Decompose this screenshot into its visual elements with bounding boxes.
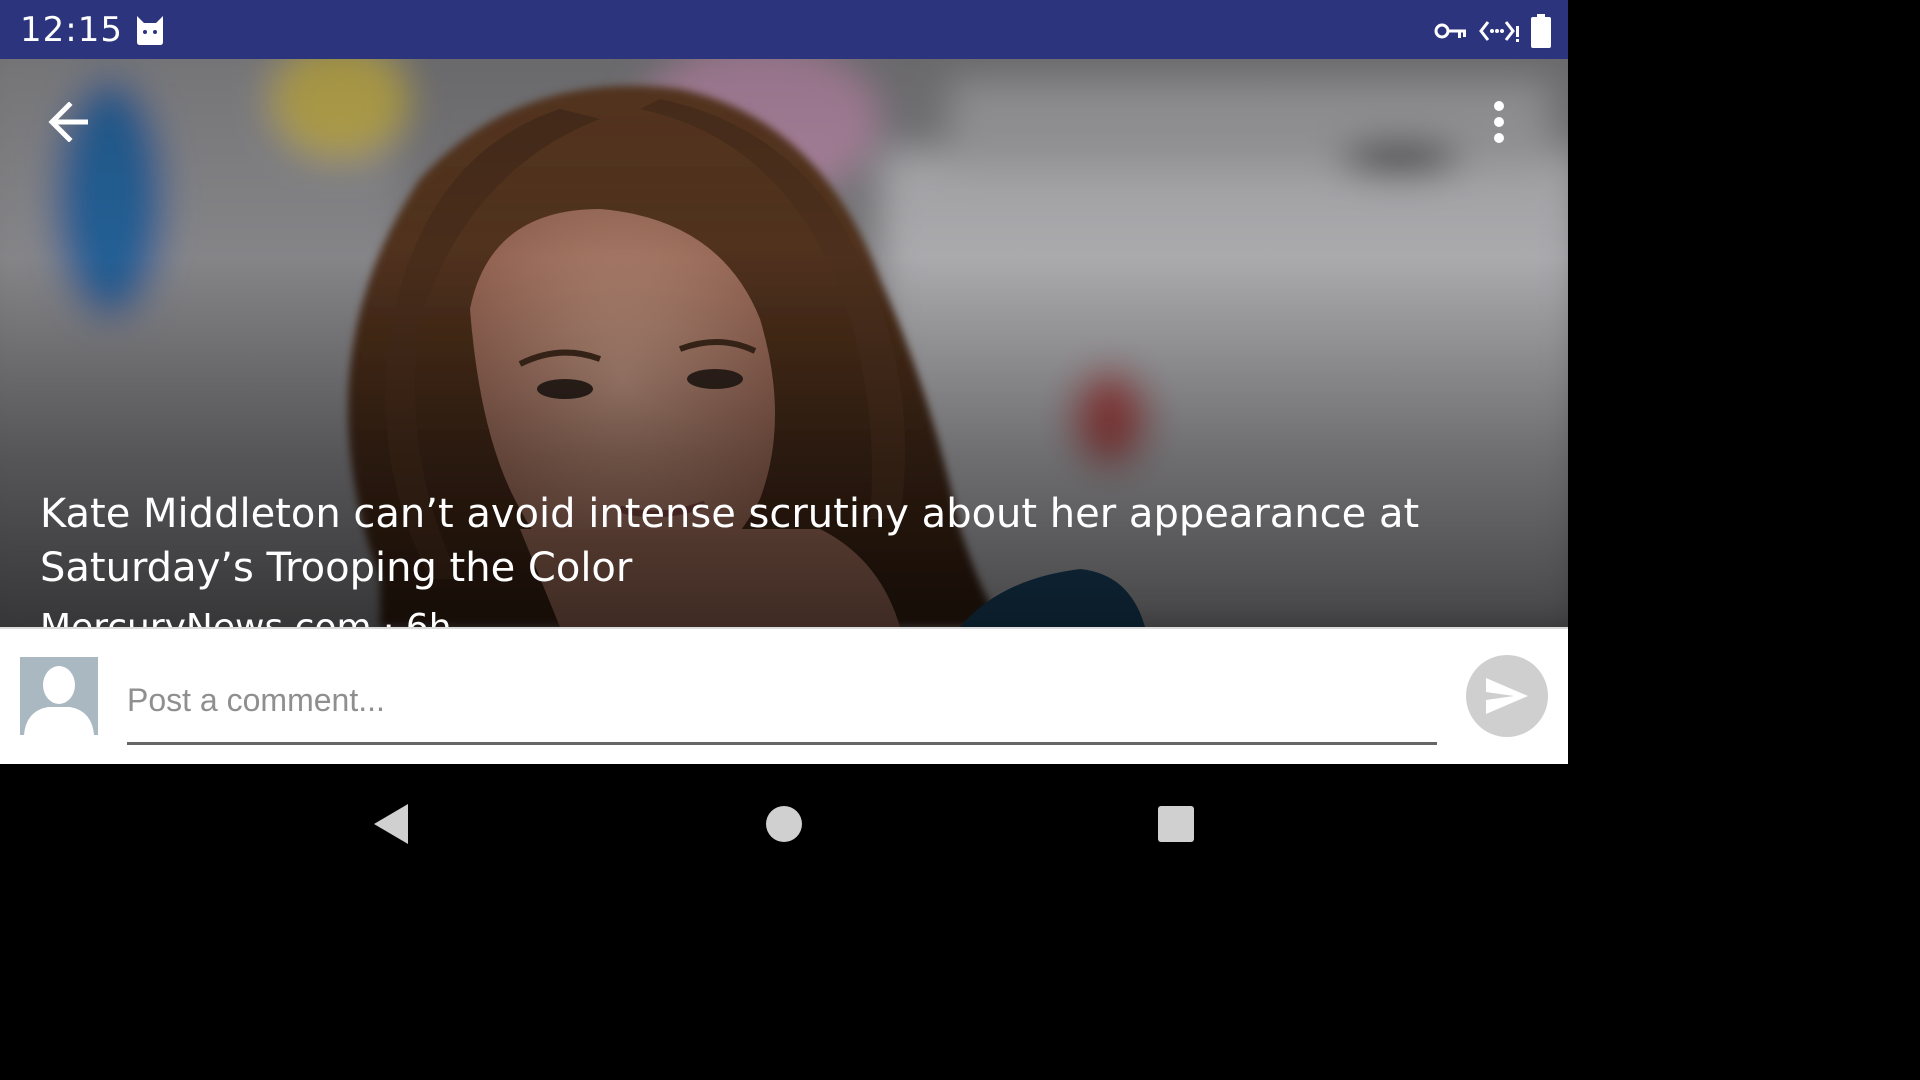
article-hero: Kate Middleton can’t avoid intense scrut… [0,59,1568,627]
status-icons [1434,14,1552,53]
cat-notification-icon [134,14,166,46]
default-avatar-icon [20,657,98,735]
nav-home-icon [766,806,802,842]
nav-home-button[interactable] [760,800,808,848]
more-vert-icon [1494,101,1504,143]
more-options-button[interactable] [1474,93,1524,151]
nav-back-icon [374,804,408,844]
data-transfer-icon [1478,18,1520,49]
arrow-back-icon [48,102,88,142]
status-time: 12:15 [20,10,123,50]
nav-recents-button[interactable] [1152,800,1200,848]
send-button[interactable] [1466,655,1548,737]
system-navigation-bar [0,764,1568,882]
send-icon [1486,678,1528,714]
back-button[interactable] [40,93,98,151]
comment-bar [0,627,1568,764]
article-source-line[interactable]: MercuryNews.com · 6h [40,607,452,627]
comment-input[interactable] [127,665,1437,745]
vpn-key-icon [1434,21,1468,46]
battery-icon [1530,14,1552,53]
nav-recents-icon [1158,806,1194,842]
nav-back-button[interactable] [366,800,414,848]
article-headline[interactable]: Kate Middleton can’t avoid intense scrut… [40,487,1510,595]
status-bar: 12:15 [0,0,1568,59]
